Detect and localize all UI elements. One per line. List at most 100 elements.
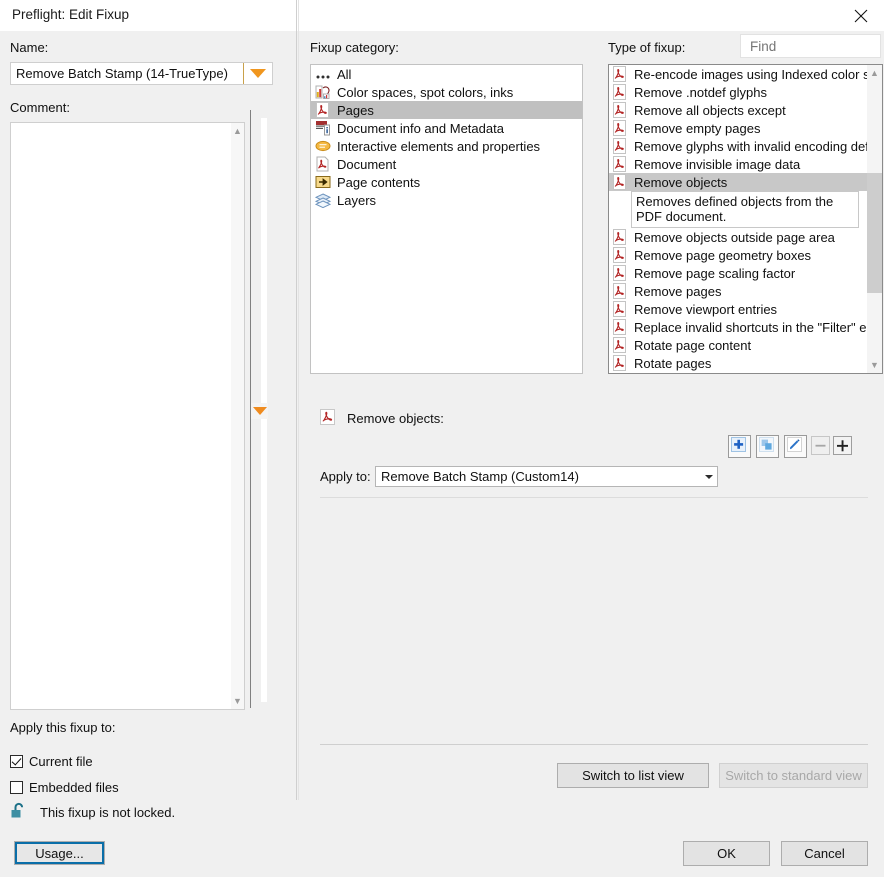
fixup-category-item[interactable]: Layers [311, 191, 582, 209]
type-of-fixup-item[interactable]: Remove pages [609, 282, 868, 300]
pdf-fixup-icon [612, 337, 628, 353]
fixup-category-item[interactable]: Page contents [311, 173, 582, 191]
ok-button-label: OK [717, 846, 736, 861]
window-title: Preflight: Edit Fixup [12, 7, 130, 22]
type-of-fixup-item[interactable]: Remove invisible image data [609, 155, 868, 173]
type-of-fixup-item[interactable]: Remove .notdef glyphs [609, 83, 868, 101]
type-of-fixup-scrollbar[interactable]: ▲ ▼ [867, 65, 882, 373]
fixup-category-label: Fixup category: [310, 40, 399, 55]
fixup-category-item-label: Interactive elements and properties [337, 138, 541, 154]
checkbox-embedded-files[interactable]: Embedded files [10, 780, 119, 795]
type-of-fixup-item-label: Remove empty pages [634, 120, 761, 136]
fixup-category-item[interactable]: Interactive elements and properties [311, 137, 582, 155]
pdf-fixup-icon [612, 66, 628, 82]
pdf-fixup-icon [612, 174, 628, 190]
type-of-fixup-item[interactable]: Remove page geometry boxes [609, 246, 868, 264]
chevron-up-icon[interactable]: ▲ [867, 65, 882, 81]
panel-divider [296, 0, 297, 800]
name-dropdown-chevron-down-icon[interactable] [243, 63, 272, 84]
type-of-fixup-item[interactable]: Remove viewport entries [609, 300, 868, 318]
checkbox-embedded-files-box[interactable] [10, 781, 23, 794]
switch-to-list-view-button[interactable]: Switch to list view [557, 763, 709, 788]
apply-to-chevron-down-icon[interactable] [700, 474, 717, 479]
add-button[interactable] [728, 435, 751, 458]
find-input-field[interactable] [741, 37, 884, 55]
cancel-button-label: Cancel [804, 846, 845, 861]
switch-to-standard-view-button[interactable]: Switch to standard view [719, 763, 868, 788]
close-icon[interactable] [838, 0, 884, 31]
type-of-fixup-item-label: Remove all objects except [634, 102, 786, 118]
pencil-icon [787, 436, 804, 457]
apply-to-label: Apply to: [320, 469, 371, 484]
pdf-fixup-icon [612, 265, 628, 281]
pdf-fixup-icon [612, 102, 628, 118]
cancel-button[interactable]: Cancel [781, 841, 868, 866]
fixup-category-item[interactable]: All [311, 65, 582, 83]
fixup-category-item[interactable]: Pages [311, 101, 582, 119]
ellipsis-icon [315, 66, 331, 82]
type-of-fixup-item[interactable]: Remove all objects except [609, 101, 868, 119]
pdf-fixup-icon [612, 355, 628, 371]
chevron-down-icon[interactable]: ▼ [231, 694, 244, 708]
arrow-page-icon [315, 174, 331, 190]
plus-icon [833, 435, 852, 458]
checkbox-current-file-box[interactable] [10, 755, 23, 768]
name-combo[interactable]: Remove Batch Stamp (14-TrueType) [10, 62, 273, 85]
pdf-fixup-icon [612, 84, 628, 100]
pdf-fixup-icon [612, 283, 628, 299]
checkbox-current-file[interactable]: Current file [10, 754, 93, 769]
type-of-fixup-item-label: Remove objects outside page area [634, 229, 835, 245]
remove-button[interactable] [809, 435, 832, 458]
apply-to-combo[interactable]: Remove Batch Stamp (Custom14) [375, 466, 718, 487]
type-of-fixup-item-label: Remove invisible image data [634, 156, 801, 172]
comment-label: Comment: [10, 100, 70, 115]
type-of-fixup-item[interactable]: Remove glyphs with invalid encoding defi… [609, 137, 868, 155]
pdf-fixup-icon [612, 301, 628, 317]
type-of-fixup-item-label: Remove objects [634, 174, 728, 190]
type-of-fixup-item[interactable]: Remove empty pages [609, 119, 868, 137]
type-of-fixup-list[interactable]: Re-encode images using Indexed color spa… [608, 64, 883, 374]
type-of-fixup-label: Type of fixup: [608, 40, 686, 55]
fixup-category-item[interactable]: Document info and Metadata [311, 119, 582, 137]
fixup-category-item-label: All [337, 66, 352, 82]
type-of-fixup-item-label: Remove glyphs with invalid encoding defi… [634, 138, 868, 154]
type-of-fixup-item[interactable]: Remove objects [609, 173, 868, 191]
fixup-category-item-label: Document [337, 156, 397, 172]
type-of-fixup-item-label: Re-encode images using Indexed color spa… [634, 66, 868, 82]
type-of-fixup-description: Removes defined objects from the PDF doc… [631, 191, 859, 228]
type-of-fixup-item[interactable]: Rotate pages [609, 354, 868, 372]
duplicate-button[interactable] [756, 435, 779, 458]
pdf-fixup-icon [612, 319, 628, 335]
pdf-page-icon [315, 102, 331, 118]
detail-title: Remove objects: [347, 411, 444, 426]
comment-scrollbar[interactable]: ▲ ▼ [231, 122, 245, 710]
fixup-category-item[interactable]: Color spaces, spot colors, inks [311, 83, 582, 101]
splitter-collapse-triangle-icon[interactable] [251, 403, 268, 419]
find-input[interactable] [740, 34, 884, 58]
comment-input[interactable] [10, 122, 243, 710]
info-document-icon [315, 120, 331, 136]
fixup-category-item-label: Color spaces, spot colors, inks [337, 84, 514, 100]
scrollbar-thumb[interactable] [867, 173, 882, 293]
type-of-fixup-item[interactable]: Rotate page content [609, 336, 868, 354]
fixup-category-item[interactable]: Document [311, 155, 582, 173]
type-of-fixup-item[interactable]: Replace invalid shortcuts in the "Filter… [609, 318, 868, 336]
add-criterion-button[interactable] [831, 435, 854, 458]
footer-divider [320, 744, 868, 745]
usage-button-label: Usage... [35, 845, 84, 861]
lock-status-text: This fixup is not locked. [40, 805, 176, 820]
pdf-fixup-icon [612, 247, 628, 263]
usage-button[interactable]: Usage... [14, 841, 105, 865]
type-of-fixup-item[interactable]: Re-encode images using Indexed color spa… [609, 65, 868, 83]
chevron-down-icon[interactable]: ▼ [867, 357, 882, 373]
type-of-fixup-item-label: Remove page scaling factor [634, 265, 796, 281]
edit-button[interactable] [784, 435, 807, 458]
type-of-fixup-item[interactable]: Remove objects outside page area [609, 228, 868, 246]
fixup-category-list[interactable]: All Color spaces, spot colors, inks Pages D… [310, 64, 583, 374]
plus-square-icon [731, 436, 748, 457]
checkbox-current-file-label: Current file [29, 754, 93, 769]
type-of-fixup-item[interactable]: Remove page scaling factor [609, 264, 868, 282]
ok-button[interactable]: OK [683, 841, 770, 866]
type-of-fixup-item-label: Rotate page content [634, 337, 752, 353]
chevron-up-icon[interactable]: ▲ [231, 124, 244, 138]
